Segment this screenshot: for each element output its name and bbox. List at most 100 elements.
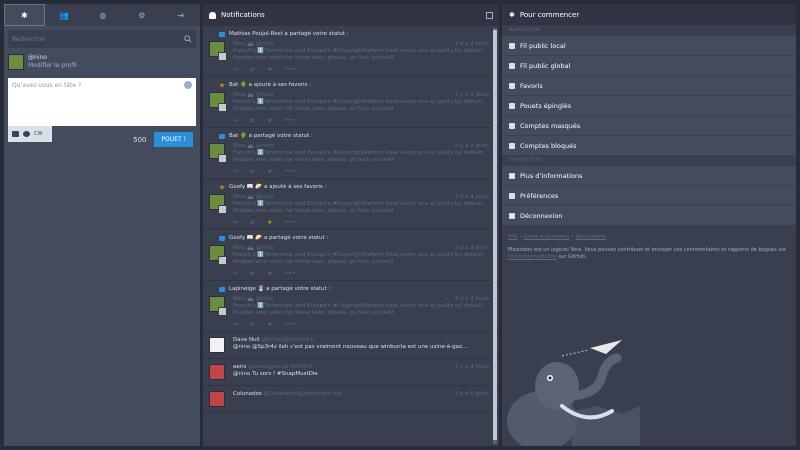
settings-item[interactable]: Plus d’informations xyxy=(502,166,796,186)
avatar[interactable] xyxy=(209,41,227,61)
globe-icon[interactable] xyxy=(23,131,30,137)
status-author[interactable]: aeris @aeris@social.imirhil.fr xyxy=(233,364,313,371)
more-icon[interactable]: ••• xyxy=(284,219,295,226)
emoji-picker-icon[interactable] xyxy=(184,81,192,89)
column-settings-icon[interactable] xyxy=(486,11,493,19)
nav-item[interactable]: Comptes masqués xyxy=(502,116,796,136)
account-handle[interactable]: @nino xyxy=(28,54,77,62)
favourite-icon[interactable]: ★ xyxy=(267,270,272,277)
reply-icon[interactable]: ↩ xyxy=(233,168,238,175)
settings-item[interactable]: Préférences xyxy=(502,186,796,206)
reply-icon[interactable]: ↩ xyxy=(233,219,238,226)
status-author[interactable]: Nino 🚲 @nino xyxy=(233,296,273,303)
more-icon[interactable]: ••• xyxy=(284,117,295,124)
avatar[interactable] xyxy=(209,364,227,382)
actor-avatar[interactable] xyxy=(218,205,227,214)
account-handle[interactable]: @Colunados@mastodon.xyz xyxy=(264,391,342,397)
actor-avatar[interactable] xyxy=(218,256,227,265)
status-time[interactable]: Il y a 3 jours xyxy=(455,92,489,99)
display-name[interactable]: Colunados xyxy=(233,391,262,397)
display-name[interactable]: aeris xyxy=(233,364,246,370)
reply-icon[interactable]: ↩ xyxy=(233,270,238,277)
favourite-icon[interactable]: ★ xyxy=(267,66,272,73)
avatar[interactable] xyxy=(209,92,227,112)
more-icon[interactable]: ••• xyxy=(284,270,295,277)
cw-button[interactable]: CW xyxy=(34,131,42,137)
boost-action-icon[interactable]: ⇄ xyxy=(250,270,255,277)
tab-preferences[interactable]: ⚙ xyxy=(122,4,161,26)
more-icon[interactable]: ••• xyxy=(284,66,295,73)
boost-action-icon[interactable]: ⇄ xyxy=(250,117,255,124)
status-time[interactable]: Il y a 6 jours xyxy=(455,391,489,398)
status-author[interactable]: Nino 🚲 @nino xyxy=(233,92,273,99)
scrollbar[interactable] xyxy=(493,28,497,444)
status-author[interactable]: Colunados @Colunados@mastodon.xyz xyxy=(233,391,342,398)
favourite-icon[interactable]: ★ xyxy=(267,168,272,175)
scrollbar-thumb[interactable] xyxy=(493,30,497,440)
boost-action-icon[interactable]: ⇄ xyxy=(250,321,255,328)
boost-action-icon[interactable]: ⇄ xyxy=(250,168,255,175)
display-name[interactable]: Dave Null xyxy=(233,337,260,343)
more-icon[interactable]: ••• xyxy=(284,321,295,328)
status-time[interactable]: Il y a 4 jours xyxy=(455,364,489,371)
status-author[interactable]: Nino 🚲 @nino xyxy=(233,245,273,252)
avatar[interactable] xyxy=(209,194,227,214)
notification-body: Nino 🚲 @nino Il y a 3 jours French's ℹ️Ter… xyxy=(209,41,489,62)
account-handle[interactable]: @dvnull@mamot.fr xyxy=(261,337,314,343)
author-avatar[interactable] xyxy=(209,337,225,353)
actor-avatar[interactable] xyxy=(218,307,227,316)
more-icon[interactable]: ••• xyxy=(284,168,295,175)
column-header[interactable]: Notifications xyxy=(203,4,499,26)
status-time[interactable]: Il y a 3 jours xyxy=(455,143,489,150)
favourite-icon[interactable]: ★ xyxy=(267,219,272,226)
actor-avatar[interactable] xyxy=(218,52,227,61)
footer-link[interactable]: Applications xyxy=(576,234,607,240)
status-time[interactable]: Il y a 3 jours xyxy=(455,194,489,201)
edit-profile-link[interactable]: Modifier le profil xyxy=(28,62,77,70)
avatar[interactable] xyxy=(209,337,227,355)
nav-item[interactable]: Fil public global xyxy=(502,56,796,76)
avatar[interactable] xyxy=(209,143,227,163)
favourite-icon[interactable]: ★ xyxy=(267,321,272,328)
compose-textarea[interactable]: Qu’avez-vous en tête ? xyxy=(8,78,196,126)
status-time[interactable]: Il y a 3 jours xyxy=(455,245,489,252)
toot-button[interactable]: POUET ! xyxy=(154,132,193,147)
account-handle[interactable]: @aeris@social.imirhil.fr xyxy=(248,364,313,370)
search-input[interactable]: Rechercher xyxy=(8,30,196,48)
actor-avatar[interactable] xyxy=(218,103,227,112)
github-link[interactable]: tootsuite/mastodon xyxy=(508,254,557,260)
author-avatar[interactable] xyxy=(209,364,225,380)
reply-icon[interactable]: ↩ xyxy=(233,321,238,328)
status-author[interactable]: Nino 🚲 @nino xyxy=(233,41,273,48)
tab-local-timeline[interactable]: 👥 xyxy=(45,4,84,26)
nav-item[interactable]: Comptes bloqués xyxy=(502,136,796,156)
status-text: @nino Tu sors ! #SnapMustDie xyxy=(233,371,318,377)
status-time[interactable]: Il y a 3 jours xyxy=(455,296,489,303)
nav-item[interactable]: Pouets épinglés xyxy=(502,96,796,116)
camera-icon[interactable] xyxy=(12,131,19,137)
avatar[interactable] xyxy=(8,54,24,70)
settings-item[interactable]: Déconnexion xyxy=(502,206,796,226)
status-author[interactable]: Nino 🚲 @nino xyxy=(233,143,273,150)
reply-icon[interactable]: ↩ xyxy=(233,117,238,124)
boost-action-icon[interactable]: ⇄ xyxy=(250,66,255,73)
reply-icon[interactable]: ↩ xyxy=(233,66,238,73)
nav-item[interactable]: Fil public local xyxy=(502,36,796,56)
avatar[interactable] xyxy=(209,245,227,265)
tab-logout[interactable]: ⇥ xyxy=(161,4,200,26)
footer-link[interactable]: FAQ xyxy=(508,234,518,240)
tab-getting-started[interactable]: ✱ xyxy=(4,4,45,26)
tab-federated-timeline[interactable]: ◍ xyxy=(84,4,123,26)
account-summary: @nino Modifier le profil xyxy=(8,54,196,70)
avatar[interactable] xyxy=(209,296,227,316)
nav-item[interactable]: Favoris xyxy=(502,76,796,96)
status-time[interactable]: Il y a 3 jours xyxy=(455,41,489,48)
actor-avatar[interactable] xyxy=(218,154,227,163)
boost-action-icon[interactable]: ⇄ xyxy=(250,219,255,226)
footer-link[interactable]: Guide d’utilisation xyxy=(524,234,570,240)
avatar[interactable] xyxy=(209,391,227,409)
status-author[interactable]: Nino 🚲 @nino xyxy=(233,194,273,201)
author-avatar[interactable] xyxy=(209,391,225,407)
favourite-icon[interactable]: ★ xyxy=(267,117,272,124)
status-author[interactable]: Dave Null @dvnull@mamot.fr xyxy=(233,337,315,344)
